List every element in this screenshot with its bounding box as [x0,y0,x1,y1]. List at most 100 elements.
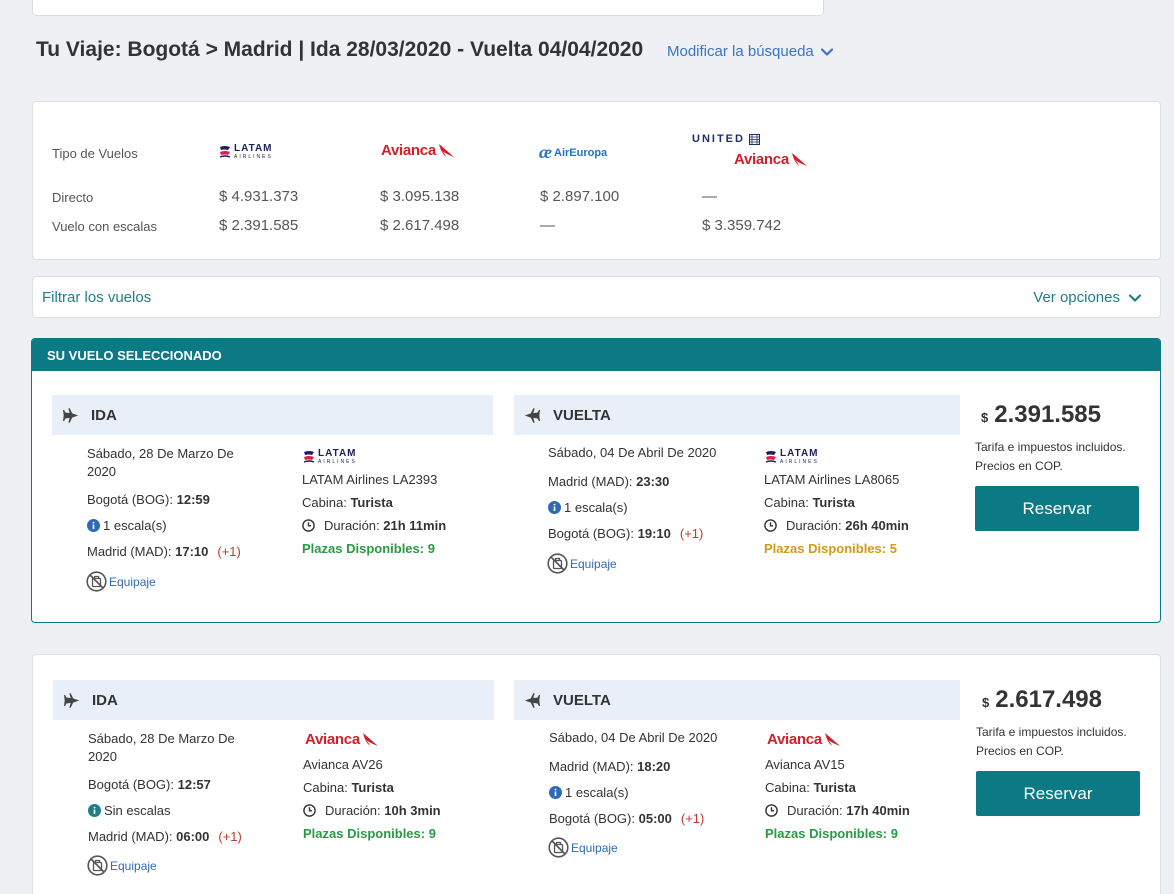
duration-label: Duración: [786,518,842,533]
avianca-logo-secondary[interactable]: Avianca [734,151,808,168]
price-amount: 2.391.585 [994,401,1102,428]
ida-stops[interactable]: 1 escala(s) [87,518,167,533]
price-united-stops[interactable]: $ 3.359.742 [702,217,781,234]
plane-outbound-icon [63,407,79,423]
aireuropa-logo[interactable]: æ AirEuropa [539,142,607,163]
latam-logo-subtext: AIRLINES [318,459,357,465]
vuelta-cabin: Cabina: Turista [765,780,856,795]
selected-flight-banner: SU VUELO SELECCIONADO [32,339,1160,371]
vuelta-dest-time: 19:10 [637,526,671,541]
duration-value: 10h 3min [384,803,441,818]
latam-logo-text: LATAM [318,448,357,459]
ida-origin-label: Bogotá (BOG): [87,492,173,507]
clock-icon [764,519,777,532]
reserve-button[interactable]: Reservar [976,771,1140,816]
cabin-value: Turista [812,495,855,510]
ida-date: Sábado, 28 De Marzo De 2020 [87,446,234,479]
leg-label: VUELTA [553,406,611,424]
avianca-bird-icon [438,144,454,157]
ida-origin: Bogotá (BOG): 12:57 [88,777,211,792]
avianca-bird-icon [362,733,378,746]
vuelta-dest: Bogotá (BOG): 19:10 (+1) [548,526,703,541]
baggage-label: Equipaje [571,840,618,855]
duration-value: 17h 40min [846,803,910,818]
vuelta-seats-available: Plazas Disponibles: 9 [765,826,898,841]
united-logo[interactable]: UNITED [692,133,760,145]
latam-logo-text: LATAM [780,448,819,459]
plus-day-badge: (+1) [217,544,241,559]
vuelta-origin: Madrid (MAD): 18:20 [549,759,670,774]
price-latam-stops[interactable]: $ 2.391.585 [219,217,298,234]
ida-origin-time: 12:57 [177,777,211,792]
cabin-value: Turista [351,780,394,795]
leg-header-ida: IDA [53,680,494,720]
vuelta-dest: Bogotá (BOG): 05:00 (+1) [549,811,704,826]
ida-flight-number: LATAM Airlines LA2393 [302,472,438,487]
ida-cabin: Cabina: Turista [303,780,394,795]
vuelta-stops[interactable]: 1 escala(s) [548,500,628,515]
leg-label: VUELTA [553,691,611,709]
ida-dest-time: 06:00 [176,829,210,844]
chevron-down-icon [820,47,833,56]
ida-seats-available: Plazas Disponibles: 9 [302,541,435,556]
vuelta-dest-time: 05:00 [638,811,672,826]
vuelta-origin-time: 18:20 [637,759,671,774]
avianca-bird-icon [824,733,840,746]
baggage-label: Equipaje [110,858,157,873]
vuelta-date: Sábado, 04 De Abril De 2020 [548,445,717,460]
modify-search-link[interactable]: Modificar la búsqueda [667,43,834,60]
latam-logo-subtext: AIRLINES [780,459,819,465]
avianca-logo: Avianca [767,731,841,748]
offer-price: $2.391.585 [981,401,1101,429]
ida-origin-label: Bogotá (BOG): [88,777,174,792]
latam-logo-text: LATAM [234,143,273,154]
modify-search-label: Modificar la búsqueda [667,43,814,60]
booking-stepper [32,0,824,16]
cabin-value: Turista [350,495,393,510]
view-options-toggle[interactable]: Ver opciones [1033,289,1142,306]
avianca-logo-text: Avianca [734,151,789,168]
latam-logo[interactable]: LATAM AIRLINES [219,144,273,160]
price-avianca-direct[interactable]: $ 3.095.138 [380,188,459,205]
ida-origin: Bogotá (BOG): 12:59 [87,492,210,507]
vuelta-origin: Madrid (MAD): 23:30 [548,474,669,489]
reserve-button[interactable]: Reservar [975,486,1139,531]
price-aireuropa-stops: — [540,217,555,234]
vuelta-duration: Duración: 26h 40min [764,518,909,533]
flight-offer-card: IDA Sábado, 28 De Marzo De 2020 Bogotá (… [32,654,1161,894]
vuelta-baggage-link[interactable]: Equipaje [548,837,618,858]
avianca-logo-text: Avianca [381,142,436,159]
vuelta-origin-label: Madrid (MAD): [548,474,633,489]
clock-icon [303,804,316,817]
duration-value: 26h 40min [845,518,909,533]
ida-baggage-link[interactable]: Equipaje [87,855,157,876]
offer-price: $2.617.498 [982,686,1102,714]
price-latam-direct[interactable]: $ 4.931.373 [219,188,298,205]
no-baggage-icon [87,855,108,876]
price-note: Tarifa e impuestos incluidos. Precios en… [976,725,1127,758]
vuelta-stops[interactable]: 1 escala(s) [549,785,629,800]
ida-dest-time: 17:10 [175,544,209,559]
price-avianca-stops[interactable]: $ 2.617.498 [380,217,459,234]
filter-flights-label[interactable]: Filtrar los vuelos [42,289,151,306]
price-aireuropa-direct[interactable]: $ 2.897.100 [540,188,619,205]
no-baggage-icon [547,553,568,574]
price-note: Tarifa e impuestos incluidos. Precios en… [975,440,1126,473]
vuelta-duration: Duración: 17h 40min [765,803,910,818]
info-icon [549,786,562,799]
cabin-label: Cabina: [303,780,348,795]
clock-icon [765,804,778,817]
ida-duration: Duración: 10h 3min [303,803,441,818]
avianca-logo[interactable]: Avianca [381,142,455,159]
vuelta-origin-label: Madrid (MAD): [549,759,634,774]
ida-dest: Madrid (MAD): 06:00 (+1) [88,829,242,844]
vuelta-baggage-link[interactable]: Equipaje [547,553,617,574]
latam-logo: LATAM AIRLINES [303,449,357,465]
price-united-direct: — [702,188,717,205]
ida-baggage-link[interactable]: Equipaje [86,571,156,592]
avianca-bird-icon [791,153,807,166]
ida-stops[interactable]: Sin escalas [88,803,170,818]
vuelta-dest-label: Bogotá (BOG): [548,526,634,541]
baggage-label: Equipaje [109,574,156,589]
plane-outbound-icon [64,692,80,708]
